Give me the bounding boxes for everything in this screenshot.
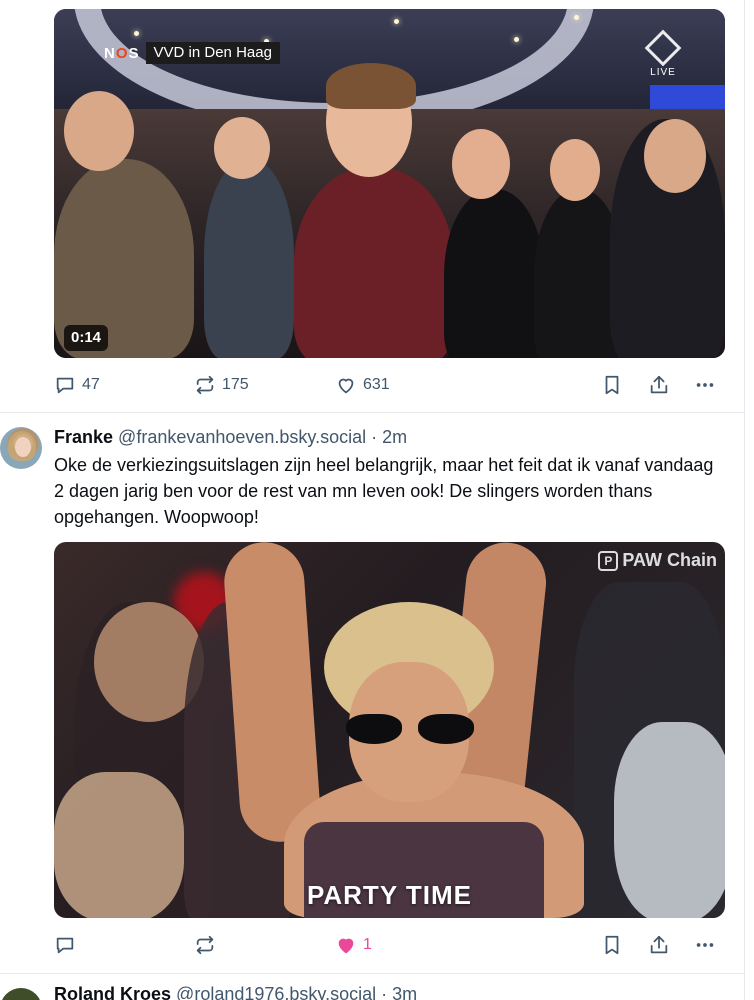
more-icon <box>696 383 714 387</box>
more-icon <box>696 943 714 947</box>
gif-watermark: P PAW Chain <box>598 550 717 571</box>
gif-caption: PARTY TIME <box>306 880 473 910</box>
video-person-head <box>452 129 510 199</box>
broadcast-banner: NOS VVD in Den Haag <box>98 41 280 65</box>
avatar-face <box>15 437 31 457</box>
post-actions: 47 175 631 <box>54 373 726 397</box>
post-time[interactable]: 2m <box>382 427 407 447</box>
reply-count: 47 <box>82 376 100 393</box>
heart-outline-icon <box>338 378 354 394</box>
video-scene-light <box>514 37 519 42</box>
share-icon <box>650 935 668 954</box>
author-name[interactable]: Roland Kroes <box>54 984 171 1000</box>
like-button[interactable]: 631 <box>335 373 390 397</box>
broadcast-title: VVD in Den Haag <box>145 42 280 64</box>
video-person <box>204 159 294 358</box>
like-button[interactable]: 1 <box>335 933 372 957</box>
more-options-button[interactable] <box>694 373 716 397</box>
watermark-text: PAW Chain <box>622 550 717 570</box>
repost-icon <box>196 375 214 395</box>
post-time[interactable]: 3m <box>392 984 417 1000</box>
bookmark-icon <box>605 375 619 395</box>
heart-filled-icon <box>338 938 354 954</box>
post-divider <box>0 973 744 974</box>
live-label: LIVE <box>650 67 676 78</box>
more-options-button[interactable] <box>694 933 716 957</box>
post-divider <box>0 412 744 413</box>
share-icon <box>650 375 668 394</box>
video-scene-light <box>134 31 139 36</box>
reply-icon <box>56 377 74 394</box>
paw-logo-icon: P <box>598 550 619 571</box>
video-person-head <box>644 119 706 193</box>
video-person-head <box>214 117 270 179</box>
author-handle[interactable]: @frankevanhoeven.bsky.social <box>118 427 366 447</box>
post-header: Roland Kroes @roland1976.bsky.social · 3… <box>54 984 417 1000</box>
repost-button[interactable]: 175 <box>194 373 249 397</box>
header-separator: · <box>381 984 388 1000</box>
video-person-head <box>64 91 134 171</box>
video-scene-light <box>574 15 579 20</box>
reply-button[interactable]: 47 <box>54 373 100 397</box>
nos-logo: NOS <box>104 44 140 62</box>
video-person <box>444 189 544 358</box>
sunglasses-lens <box>418 714 474 744</box>
npo-logo-icon <box>644 29 682 67</box>
column-border <box>744 0 745 1000</box>
repost-button[interactable] <box>194 933 222 957</box>
repost-icon <box>196 935 214 955</box>
share-button[interactable] <box>648 933 670 957</box>
bookmark-icon <box>605 935 619 955</box>
repost-count: 175 <box>222 376 249 393</box>
header-separator: · <box>371 427 378 447</box>
post-actions: 1 <box>54 933 726 957</box>
avatar[interactable] <box>0 988 42 1000</box>
post-header: Franke @frankevanhoeven.bsky.social · 2m <box>54 427 407 448</box>
video-scene-light <box>394 19 399 24</box>
video-person-hair <box>326 63 416 109</box>
gif-embed[interactable]: P PAW Chain PARTY TIME <box>54 542 725 918</box>
reply-icon <box>56 937 74 954</box>
video-player[interactable]: NOS VVD in Den Haag LIVE 0:14 <box>54 9 725 358</box>
post-text: Oke de verkiezingsuitslagen zijn heel be… <box>54 455 714 527</box>
author-name[interactable]: Franke <box>54 427 113 447</box>
bookmark-button[interactable] <box>601 373 623 397</box>
npo-live-badge: LIVE <box>644 29 682 85</box>
video-duration: 0:14 <box>64 325 109 351</box>
video-person <box>294 167 454 358</box>
author-handle[interactable]: @roland1976.bsky.social <box>176 984 376 1000</box>
like-count: 631 <box>363 376 390 393</box>
like-count: 1 <box>363 936 372 953</box>
share-button[interactable] <box>648 373 670 397</box>
sunglasses-lens <box>346 714 402 744</box>
sunglasses <box>346 714 474 744</box>
avatar[interactable] <box>0 427 42 469</box>
bookmark-button[interactable] <box>601 933 623 957</box>
video-person-head <box>550 139 600 201</box>
reply-button[interactable] <box>54 933 82 957</box>
